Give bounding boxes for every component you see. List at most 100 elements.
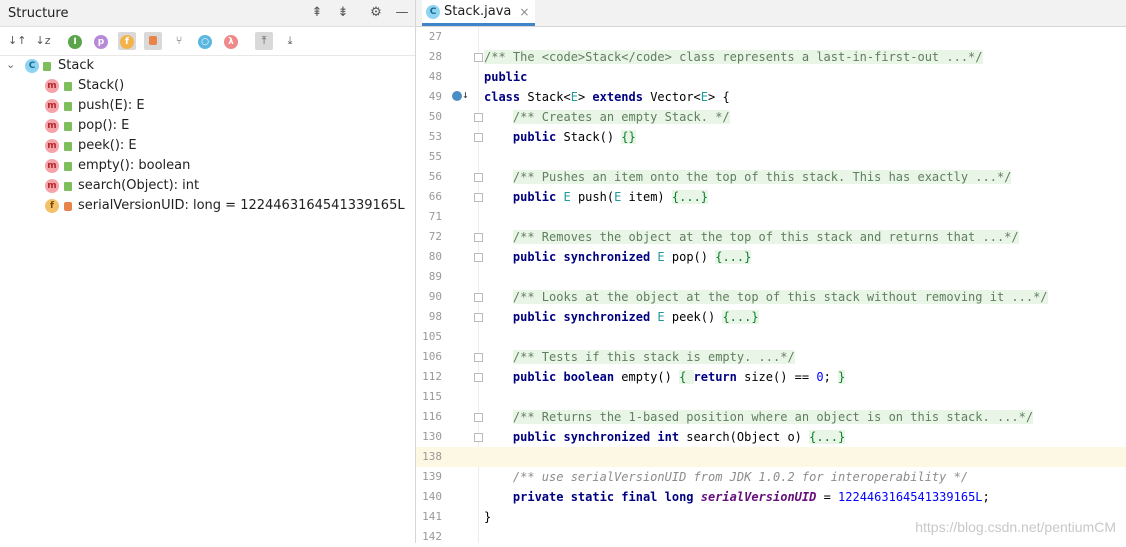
fold-marker-icon[interactable] (474, 233, 483, 242)
code-line[interactable]: 112 public boolean empty() { return size… (416, 367, 1126, 387)
code-token: private static final long (512, 490, 701, 504)
code-line[interactable]: 138 (416, 447, 1126, 467)
fold-marker-icon[interactable] (474, 433, 483, 442)
close-icon[interactable]: × (519, 5, 529, 19)
show-properties-icon[interactable]: p (92, 32, 110, 50)
show-lambdas-icon[interactable]: ○ (196, 32, 214, 50)
override-marker-icon[interactable] (452, 91, 462, 101)
expand-all-icon[interactable]: ⇞ (309, 5, 325, 21)
code-token: ; (823, 370, 839, 384)
code-token: public (512, 190, 564, 204)
fold-marker-icon[interactable] (474, 293, 483, 302)
gear-icon[interactable]: ⚙ (368, 5, 384, 21)
sort-visibility-icon[interactable]: ↓↑ (8, 32, 26, 50)
fold-marker-icon[interactable] (474, 53, 483, 62)
code-token: E (657, 250, 665, 264)
fold-marker-icon[interactable] (474, 253, 483, 262)
fold-marker-icon[interactable] (474, 353, 483, 362)
code-line[interactable]: 116 /** Returns the 1-based position whe… (416, 407, 1126, 427)
code-line[interactable]: 115 (416, 387, 1126, 407)
code-line[interactable]: 53 public Stack() {} (416, 127, 1126, 147)
code-text: public synchronized int search(Object o)… (484, 430, 846, 444)
code-line[interactable]: 71 (416, 207, 1126, 227)
code-token: Stack() (563, 130, 622, 144)
fold-marker-icon[interactable] (474, 113, 483, 122)
code-token: E (563, 190, 571, 204)
code-line[interactable]: 72 /** Removes the object at the top of … (416, 227, 1126, 247)
code-token: serialVersionUID (700, 490, 817, 504)
code-line[interactable]: 106 /** Tests if this stack is empty. ..… (416, 347, 1126, 367)
tree-item-method[interactable]: m search(Object): int (0, 176, 415, 196)
structure-panel: Structure ⇞ ⇟ ⚙ — ↓↑ ↓z I p f ⑂ ○ λ ⤒ ⤓ … (0, 0, 416, 543)
tree-item-method[interactable]: m pop(): E (0, 116, 415, 136)
minimize-icon[interactable]: — (394, 5, 410, 21)
code-line[interactable]: 90 /** Looks at the object at the top of… (416, 287, 1126, 307)
code-line[interactable]: 56 /** Pushes an item onto the top of th… (416, 167, 1126, 187)
tree-item-method[interactable]: m empty(): boolean (0, 156, 415, 176)
tree-item-field[interactable]: f serialVersionUID: long = 1224463164541… (0, 196, 415, 216)
chevron-down-icon[interactable]: ⌄ (6, 58, 15, 71)
tree-item-label: peek(): E (78, 138, 137, 153)
tab-stack-java[interactable]: C Stack.java × (422, 0, 536, 26)
code-line[interactable]: 27 (416, 27, 1126, 47)
show-non-public-icon[interactable] (144, 32, 162, 50)
line-number: 116 (422, 410, 442, 423)
autoscroll-from-source-icon[interactable]: ⤓ (281, 32, 299, 50)
fold-marker-icon[interactable] (474, 413, 483, 422)
code-line[interactable]: 89 (416, 267, 1126, 287)
tree-item-method[interactable]: m Stack() (0, 76, 415, 96)
class-icon: C (426, 4, 440, 19)
sort-alpha-icon[interactable]: ↓z (34, 32, 52, 50)
code-token: class (484, 90, 528, 104)
code-line[interactable]: 139 /** use serialVersionUID from JDK 1.… (416, 467, 1126, 487)
code-line[interactable]: 105 (416, 327, 1126, 347)
fold-marker-icon[interactable] (474, 173, 483, 182)
code-line[interactable]: 98 public synchronized E peek() {...} (416, 307, 1126, 327)
code-area[interactable]: 27 28 /** The <code>Stack</code> class rep… (416, 27, 1126, 543)
code-line[interactable]: 50 /** Creates an empty Stack. */ (416, 107, 1126, 127)
code-text: /** The <code>Stack</code> class represe… (484, 50, 983, 64)
line-number: 138 (422, 450, 442, 463)
code-token: > { (708, 90, 730, 104)
code-line[interactable]: 130 public synchronized int search(Objec… (416, 427, 1126, 447)
fold-marker-icon[interactable] (474, 313, 483, 322)
show-anonymous-icon[interactable]: ⑂ (170, 32, 188, 50)
collapse-all-icon[interactable]: ⇟ (335, 5, 351, 21)
code-line[interactable]: 28 /** The <code>Stack</code> class repre… (416, 47, 1126, 67)
fold-marker-icon[interactable] (474, 193, 483, 202)
code-token: /** Looks at the object at the top of th… (512, 290, 1048, 304)
code-token: return (693, 370, 745, 384)
show-inherited-icon[interactable]: I (66, 32, 84, 50)
method-icon: m (45, 99, 59, 113)
line-number: 106 (422, 350, 442, 363)
tree-item-method[interactable]: m peek(): E (0, 136, 415, 156)
fold-marker-icon[interactable] (474, 373, 483, 382)
code-line[interactable]: 48 public (416, 67, 1126, 87)
public-icon (64, 122, 72, 131)
code-line[interactable]: 49 ↓ class Stack<E> extends Vector<E> { (416, 87, 1126, 107)
code-line[interactable]: 55 (416, 147, 1126, 167)
tree-root[interactable]: ⌄ C Stack (0, 56, 415, 76)
structure-header: Structure ⇞ ⇟ ⚙ — (0, 0, 415, 27)
code-text: public (484, 70, 527, 84)
autoscroll-to-source-icon[interactable]: ⤒ (255, 32, 273, 50)
code-token: /** The <code>Stack</code> class represe… (484, 50, 983, 64)
code-line[interactable]: 66 public E push(E item) {...} (416, 187, 1126, 207)
tree-item-method[interactable]: m push(E): E (0, 96, 415, 116)
line-number: 141 (422, 510, 442, 523)
public-icon (64, 142, 72, 151)
fold-marker-icon[interactable] (474, 133, 483, 142)
code-text: /** Pushes an item onto the top of this … (484, 170, 1012, 184)
tree-item-label: empty(): boolean (78, 158, 191, 173)
show-fields-icon[interactable]: f (118, 32, 136, 50)
code-text: /** Removes the object at the top of thi… (484, 230, 1019, 244)
code-line[interactable]: 80 public synchronized E pop() {...} (416, 247, 1126, 267)
tree-item-label: serialVersionUID: long = 122446316454133… (78, 198, 405, 213)
code-token: extends (592, 90, 651, 104)
lambda-icon[interactable]: λ (222, 32, 240, 50)
code-token: } (484, 510, 492, 524)
code-line[interactable]: 140 private static final long serialVers… (416, 487, 1126, 507)
